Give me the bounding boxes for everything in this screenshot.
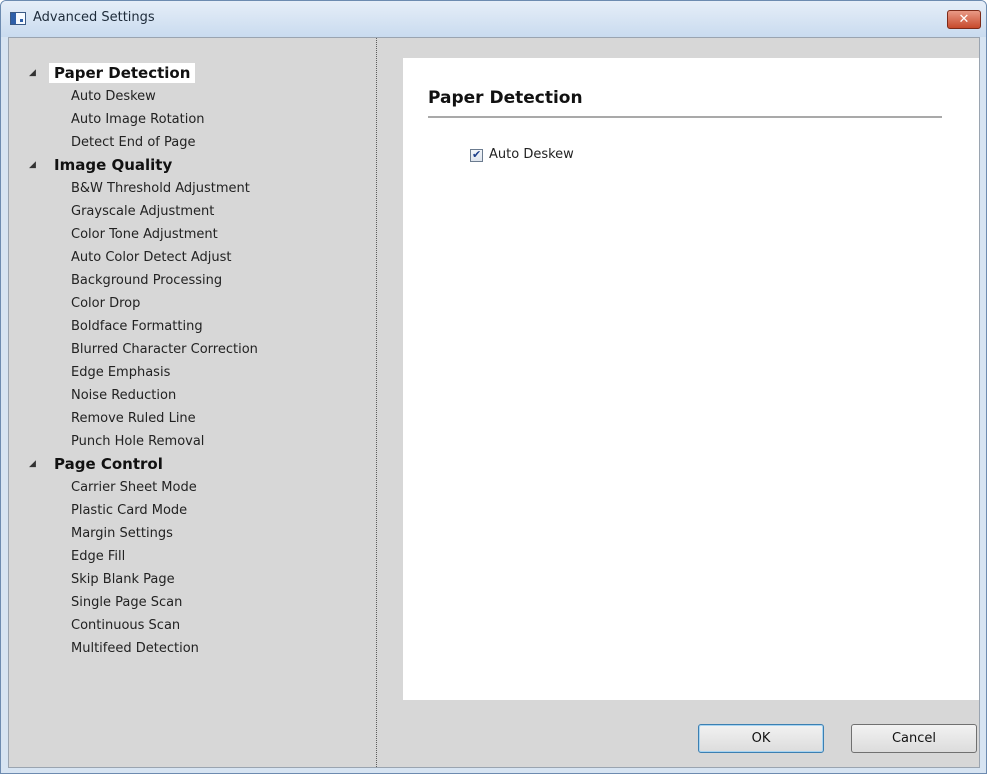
tree-category-page-control[interactable]: ◢ Page Control	[9, 453, 369, 476]
tree-item[interactable]: Background Processing	[9, 269, 369, 292]
title-bar[interactable]: Advanced Settings ✕	[1, 1, 986, 37]
tree-item[interactable]: Auto Deskew	[9, 85, 369, 108]
tree-category-label: Page Control	[54, 455, 163, 473]
tree-item-label: Grayscale Adjustment	[71, 204, 215, 219]
tree-category-paper-detection[interactable]: ◢ Paper Detection	[9, 62, 369, 85]
settings-tree: ◢ Paper Detection Auto Deskew Auto Image Ro…	[9, 62, 369, 660]
tree-item[interactable]: Blurred Character Correction	[9, 338, 369, 361]
expand-triangle-icon[interactable]: ◢	[29, 160, 36, 170]
tree-item-label: Edge Fill	[71, 549, 126, 564]
tree-item-label: Single Page Scan	[71, 595, 183, 610]
tree-item-label: Skip Blank Page	[71, 572, 175, 587]
cancel-button[interactable]: Cancel	[851, 724, 977, 753]
tree-item[interactable]: Single Page Scan	[9, 591, 369, 614]
tree-item-label: Color Drop	[71, 296, 141, 311]
tree-item[interactable]: Detect End of Page	[9, 131, 369, 154]
dialog-client-area: ◢ Paper Detection Auto Deskew Auto Image Ro…	[8, 37, 980, 768]
expand-triangle-icon[interactable]: ◢	[29, 459, 36, 469]
tree-item-label: Blurred Character Correction	[71, 342, 258, 357]
checkmark-icon: ✔	[472, 148, 482, 161]
tree-item[interactable]: Skip Blank Page	[9, 568, 369, 591]
section-title: Paper Detection	[428, 88, 583, 108]
section-divider	[428, 116, 942, 118]
window-title: Advanced Settings	[33, 10, 155, 25]
tree-item-label: Background Processing	[71, 273, 223, 288]
tree-item[interactable]: Edge Emphasis	[9, 361, 369, 384]
tree-item-label: Remove Ruled Line	[71, 411, 196, 426]
tree-item[interactable]: Punch Hole Removal	[9, 430, 369, 453]
tree-item-label: Multifeed Detection	[71, 641, 199, 656]
tree-item[interactable]: B&W Threshold Adjustment	[9, 177, 369, 200]
tree-item[interactable]: Noise Reduction	[9, 384, 369, 407]
tree-item-label: Auto Deskew	[71, 89, 156, 104]
tree-item-label: Edge Emphasis	[71, 365, 171, 380]
tree-item-label: Color Tone Adjustment	[71, 227, 218, 242]
settings-tree-panel: ◢ Paper Detection Auto Deskew Auto Image Ro…	[9, 38, 377, 767]
tree-item[interactable]: Remove Ruled Line	[9, 407, 369, 430]
ok-button[interactable]: OK	[698, 724, 824, 753]
tree-item[interactable]: Margin Settings	[9, 522, 369, 545]
tree-item-label: Auto Color Detect Adjust	[71, 250, 232, 265]
tree-item[interactable]: Boldface Formatting	[9, 315, 369, 338]
tree-item[interactable]: Color Drop	[9, 292, 369, 315]
tree-item[interactable]: Continuous Scan	[9, 614, 369, 637]
tree-item-label: B&W Threshold Adjustment	[71, 181, 250, 196]
settings-content-panel: Paper Detection ✔ Auto Deskew	[403, 58, 979, 700]
tree-item-label: Auto Image Rotation	[71, 112, 205, 127]
advanced-settings-window: Advanced Settings ✕ ◢ Paper Detection Auto…	[0, 0, 987, 774]
tree-item-label: Detect End of Page	[71, 135, 196, 150]
tree-category-label: Image Quality	[54, 156, 173, 174]
close-button[interactable]: ✕	[947, 10, 981, 29]
tree-item[interactable]: Color Tone Adjustment	[9, 223, 369, 246]
close-icon: ✕	[958, 12, 970, 27]
tree-item[interactable]: Auto Image Rotation	[9, 108, 369, 131]
tree-item-label: Carrier Sheet Mode	[71, 480, 197, 495]
tree-item-label: Continuous Scan	[71, 618, 181, 633]
auto-deskew-label[interactable]: Auto Deskew	[489, 147, 574, 162]
tree-item-label: Margin Settings	[71, 526, 173, 541]
app-window-icon	[10, 12, 26, 25]
tree-item-label: Noise Reduction	[71, 388, 177, 403]
tree-item[interactable]: Grayscale Adjustment	[9, 200, 369, 223]
tree-category-label: Paper Detection	[49, 63, 196, 83]
tree-item[interactable]: Carrier Sheet Mode	[9, 476, 369, 499]
tree-category-image-quality[interactable]: ◢ Image Quality	[9, 154, 369, 177]
tree-item[interactable]: Plastic Card Mode	[9, 499, 369, 522]
tree-item-label: Plastic Card Mode	[71, 503, 188, 518]
tree-item[interactable]: Auto Color Detect Adjust	[9, 246, 369, 269]
tree-item-label: Punch Hole Removal	[71, 434, 205, 449]
tree-item-label: Boldface Formatting	[71, 319, 203, 334]
expand-triangle-icon[interactable]: ◢	[29, 68, 36, 78]
tree-item[interactable]: Multifeed Detection	[9, 637, 369, 660]
auto-deskew-checkbox[interactable]: ✔	[470, 148, 483, 162]
tree-item[interactable]: Edge Fill	[9, 545, 369, 568]
